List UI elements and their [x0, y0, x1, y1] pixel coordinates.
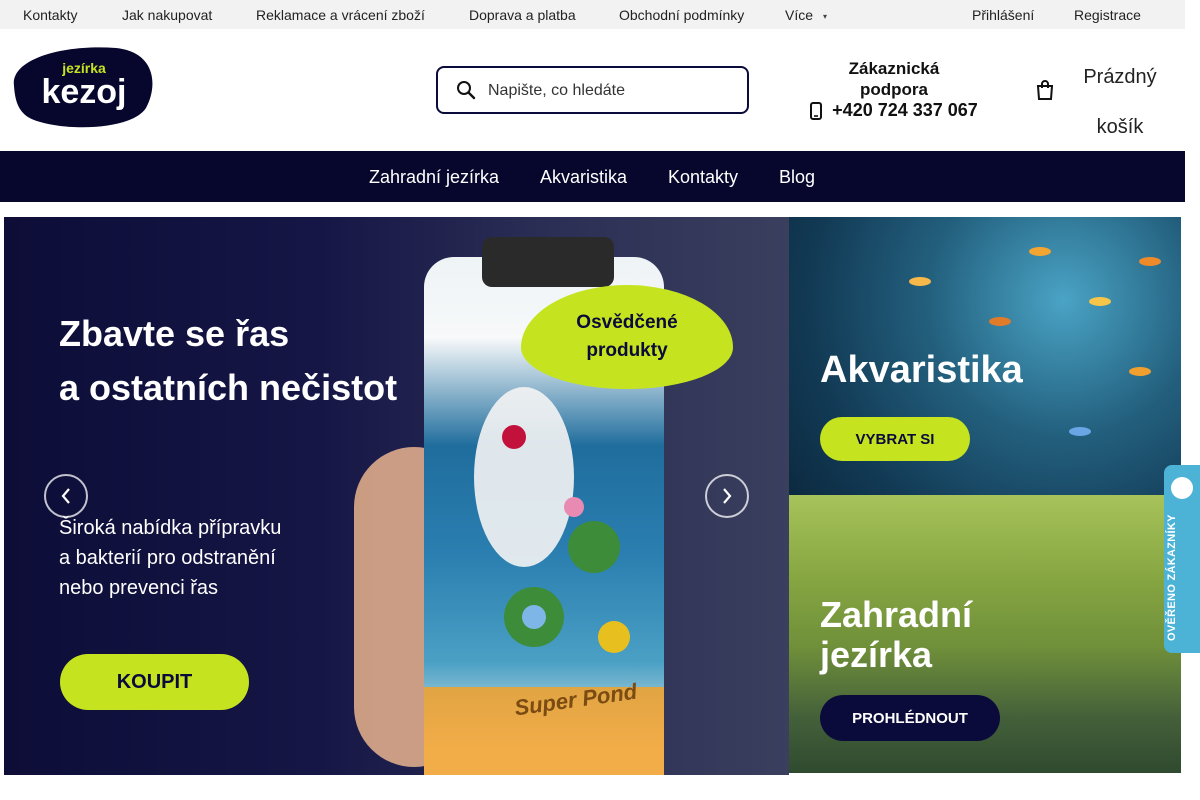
customer-support: Zákaznická podpora +420 724 337 067: [800, 58, 988, 121]
garden-ponds-banner[interactable]: Zahradní jezírka PROHLÉDNOUT: [789, 495, 1181, 773]
shopping-bag-icon[interactable]: [1036, 80, 1054, 100]
verified-by-customers-widget[interactable]: OVĚŘENO ZÁKAZNÍKY: [1164, 465, 1200, 653]
top-link-more[interactable]: Více ▾: [785, 7, 827, 23]
top-link-shipping-payment[interactable]: Doprava a platba: [469, 7, 576, 23]
support-title-line1: Zákaznická: [848, 59, 940, 78]
site-logo[interactable]: jezírka kezoj: [6, 46, 156, 128]
support-title-line2: podpora: [860, 80, 928, 99]
search-icon[interactable]: [456, 80, 476, 100]
search-box: [436, 66, 749, 114]
support-phone-number: +420 724 337 067: [832, 100, 978, 120]
aquaristics-banner[interactable]: Akvaristika VYBRAT SI: [789, 217, 1181, 495]
bottle-cap: [482, 237, 614, 287]
top-utility-bar: Kontakty Jak nakupovat Reklamace a vráce…: [0, 0, 1185, 29]
badge-line2: produkty: [586, 340, 668, 361]
cart-summary[interactable]: Prázdný košík: [1070, 52, 1170, 152]
login-link[interactable]: Přihlášení: [972, 7, 1034, 23]
hero-subtitle-line2: a bakterií pro odstranění: [59, 547, 276, 569]
fish-decoration: [1139, 257, 1161, 266]
badge-line1: Osvědčené: [576, 312, 678, 333]
logo-big-text: kezoj: [41, 73, 126, 111]
nav-item-blog[interactable]: Blog: [779, 167, 815, 188]
top-link-contacts[interactable]: Kontakty: [23, 7, 77, 23]
support-phone[interactable]: +420 724 337 067: [800, 100, 988, 121]
top-link-how-to-shop[interactable]: Jak nakupovat: [122, 7, 212, 23]
verified-label: OVĚŘENO ZÁKAZNÍKY: [1166, 514, 1178, 641]
phone-icon: [810, 101, 823, 120]
search-input[interactable]: [488, 78, 738, 104]
aquaristics-title: Akvaristika: [820, 349, 1023, 391]
register-link[interactable]: Registrace: [1074, 7, 1141, 23]
hero-title-line2: a ostatních nečistot: [59, 367, 398, 408]
hero-subtitle-line1: Široká nabídka přípravku: [59, 517, 282, 539]
chevron-left-icon: [61, 488, 70, 504]
logo-graphic: jezírka kezoj: [13, 47, 153, 128]
fish-decoration: [1129, 367, 1151, 376]
garden-ponds-title: Zahradní jezírka: [820, 595, 972, 675]
chevron-down-icon: ▾: [823, 11, 828, 21]
browse-button[interactable]: PROHLÉDNOUT: [820, 695, 1000, 741]
buy-button[interactable]: KOUPIT: [60, 654, 249, 710]
top-link-terms[interactable]: Obchodní podmínky: [619, 7, 744, 23]
hero-title: Zbavte se řas a ostatních nečistot: [59, 307, 397, 415]
verified-badge-icon: [1171, 477, 1193, 499]
cart-label-line2: košík: [1096, 116, 1144, 138]
hero-subtitle: Široká nabídka přípravku a bakterií pro …: [59, 513, 281, 603]
fish-decoration: [989, 317, 1011, 326]
garden-ponds-title-line2: jezírka: [820, 634, 933, 675]
nav-item-aquaristics[interactable]: Akvaristika: [540, 167, 627, 188]
hero-subtitle-line3: nebo prevenci řas: [59, 577, 218, 599]
fish-decoration: [1069, 427, 1091, 436]
choose-button[interactable]: VYBRAT SI: [820, 417, 970, 461]
chevron-right-icon: [723, 488, 732, 504]
main-navigation: Zahradní jezírka Akvaristika Kontakty Bl…: [0, 151, 1185, 202]
slider-next-button[interactable]: [705, 474, 749, 518]
garden-ponds-title-line1: Zahradní: [820, 594, 973, 635]
slider-prev-button[interactable]: [44, 474, 88, 518]
top-link-returns[interactable]: Reklamace a vrácení zboží: [256, 7, 425, 23]
fish-decoration: [1089, 297, 1111, 306]
cart-label-line1: Prázdný: [1083, 66, 1157, 88]
fish-decoration: [1029, 247, 1051, 256]
fish-decoration: [909, 277, 931, 286]
nav-item-garden-ponds[interactable]: Zahradní jezírka: [369, 167, 499, 188]
hero-slider[interactable]: Super Pond Osvědčené produkty Zbavte se ř…: [4, 217, 789, 775]
nav-item-contacts[interactable]: Kontakty: [668, 167, 738, 188]
hero-title-line1: Zbavte se řas: [59, 313, 290, 354]
more-label: Více: [785, 7, 814, 23]
